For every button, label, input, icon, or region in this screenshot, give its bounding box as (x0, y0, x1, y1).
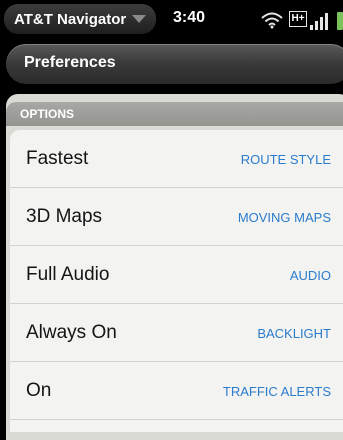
network-type-icon: H+ (289, 11, 307, 27)
audio-label: AUDIO (289, 268, 331, 283)
list-item-traffic-alerts[interactable]: On TRAFFIC ALERTS (10, 362, 343, 420)
section-header-options: OPTIONS (6, 102, 343, 126)
moving-maps-label: MOVING MAPS (237, 210, 331, 225)
signal-icon (309, 10, 335, 30)
backlight-label: BACKLIGHT (257, 326, 331, 341)
moving-maps-value: 3D Maps (26, 206, 103, 227)
status-bar: AT&T Navigator 3:40 H+ (0, 0, 343, 38)
page-title: Preferences (24, 54, 116, 71)
backlight-value: Always On (26, 322, 117, 343)
battery-icon (337, 12, 343, 30)
wifi-icon (261, 12, 283, 29)
clock: 3:40 (173, 9, 206, 26)
route-style-label: ROUTE STYLE (240, 152, 331, 167)
list-item-moving-maps[interactable]: 3D Maps MOVING MAPS (10, 188, 343, 246)
app-menu-button[interactable]: AT&T Navigator (4, 4, 156, 34)
chevron-down-icon (132, 15, 147, 23)
list-item-backlight[interactable]: Always On BACKLIGHT (10, 304, 343, 362)
header: Preferences (0, 38, 343, 90)
section-label: OPTIONS (20, 107, 75, 121)
list-item-route-style[interactable]: Fastest ROUTE STYLE (10, 130, 343, 188)
traffic-alerts-label: TRAFFIC ALERTS (222, 384, 331, 399)
audio-value: Full Audio (26, 264, 110, 285)
options-list: Fastest ROUTE STYLE 3D Maps MOVING MAPS … (10, 130, 343, 432)
route-style-value: Fastest (26, 148, 89, 169)
preferences-content: OPTIONS Fastest ROUTE STYLE 3D Maps MOVI… (0, 90, 343, 440)
list-item-audio[interactable]: Full Audio AUDIO (10, 246, 343, 304)
traffic-alerts-value: On (26, 380, 52, 401)
app-name: AT&T Navigator (14, 10, 127, 28)
